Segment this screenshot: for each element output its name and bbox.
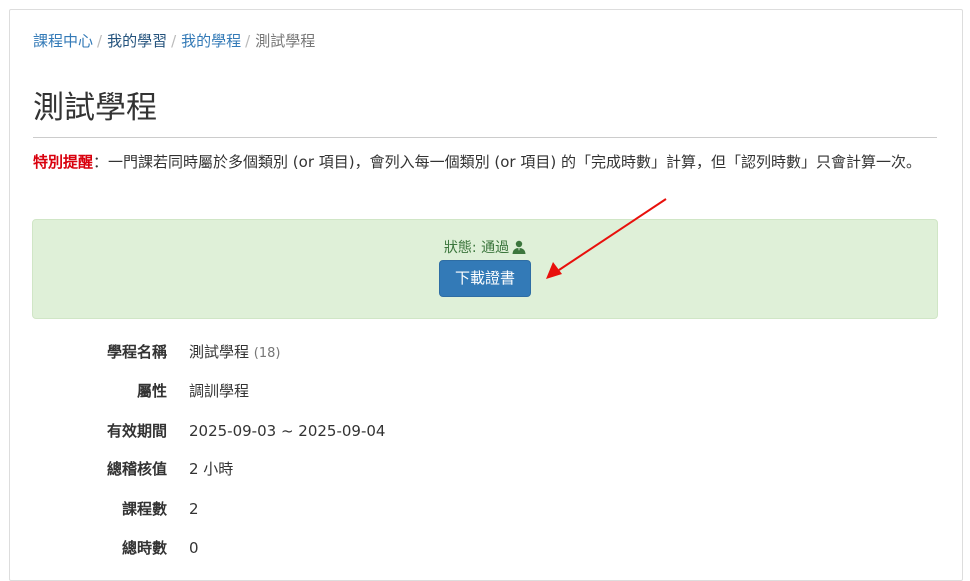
- program-name: 測試學程: [189, 343, 250, 361]
- detail-row-attribute: 屬性 調訓學程: [0, 379, 970, 403]
- user-icon: [512, 240, 526, 254]
- breadcrumb-course-center[interactable]: 課程中心: [33, 32, 93, 50]
- detail-value: 測試學程 (18): [189, 340, 280, 366]
- notice-highlight: 特別提醒: [33, 153, 94, 171]
- detail-value: 0: [189, 539, 199, 557]
- breadcrumb: 課程中心 / 我的學習 / 我的學程 / 測試學程: [33, 30, 315, 52]
- breadcrumb-my-learning[interactable]: 我的學習: [107, 32, 167, 50]
- status-line: 狀態: 通過: [33, 238, 937, 258]
- detail-label: 總稽核值: [106, 460, 167, 478]
- detail-value: 調訓學程: [189, 382, 250, 400]
- notice-body: ：一門課若同時屬於多個類別 (or 項目)，會列入每一個類別 (or 項目) 的…: [93, 153, 921, 171]
- detail-row-hours: 總時數 0: [0, 536, 970, 560]
- detail-label: 屬性: [136, 382, 167, 400]
- breadcrumb-separator: /: [245, 32, 251, 50]
- status-label: 狀態: 通過: [443, 240, 510, 256]
- breadcrumb-separator: /: [97, 32, 103, 50]
- status-alert: 狀態: 通過 下載證書: [32, 219, 938, 319]
- title-divider: [33, 137, 937, 138]
- detail-value: 2: [189, 500, 199, 518]
- download-certificate-button[interactable]: 下載證書: [439, 260, 531, 297]
- detail-row-period: 有效期間 2025-09-03 ~ 2025-09-04: [0, 419, 970, 443]
- detail-row-name: 學程名稱 測試學程 (18): [0, 340, 970, 364]
- breadcrumb-my-programs[interactable]: 我的學程: [181, 32, 241, 50]
- detail-label: 有效期間: [106, 422, 167, 440]
- detail-row-credit: 總稽核值 2 小時: [0, 457, 970, 481]
- detail-value: 2025-09-03 ~ 2025-09-04: [189, 422, 386, 440]
- page-title: 測試學程: [33, 90, 157, 126]
- detail-label: 學程名稱: [106, 343, 167, 361]
- detail-row-courses: 課程數 2: [0, 497, 970, 521]
- detail-label: 課程數: [121, 500, 167, 518]
- detail-value: 2 小時: [189, 460, 234, 478]
- breadcrumb-current: 測試學程: [255, 32, 316, 50]
- detail-label: 總時數: [121, 539, 167, 557]
- program-count: (18): [253, 346, 281, 361]
- notice-text: 特別提醒：一門課若同時屬於多個類別 (or 項目)，會列入每一個類別 (or 項…: [33, 150, 933, 174]
- breadcrumb-separator: /: [171, 32, 177, 50]
